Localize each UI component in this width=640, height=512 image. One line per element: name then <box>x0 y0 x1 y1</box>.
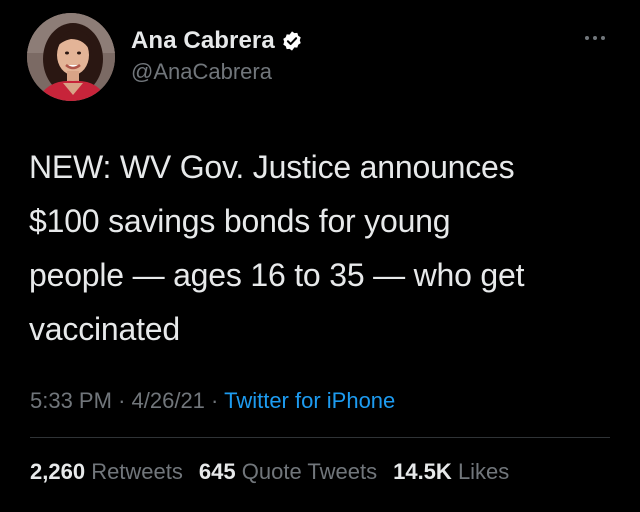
author-handle[interactable]: @AnaCabrera <box>131 59 272 85</box>
author-name-row[interactable]: Ana Cabrera <box>131 26 303 56</box>
quote-tweets-label: Quote Tweets <box>241 459 378 484</box>
tweet-meta: 5:33 PM · 4/26/21 · Twitter for iPhone <box>30 388 395 414</box>
tweet-text-line: NEW: WV Gov. Justice announces <box>29 149 515 185</box>
retweets-stat[interactable]: 2,260 Retweets <box>30 459 183 484</box>
quote-tweets-stat[interactable]: 645 Quote Tweets <box>199 459 377 484</box>
meta-separator: · <box>118 388 126 413</box>
divider <box>30 437 610 438</box>
tweet-date[interactable]: 4/26/21 <box>132 388 205 413</box>
likes-label: Likes <box>457 459 510 484</box>
verified-badge-icon <box>281 30 303 52</box>
likes-stat[interactable]: 14.5K Likes <box>393 459 509 484</box>
likes-count: 14.5K <box>393 459 452 484</box>
avatar[interactable] <box>27 13 115 101</box>
author-display-name[interactable]: Ana Cabrera <box>131 27 275 55</box>
retweets-label: Retweets <box>91 459 183 484</box>
tweet-stats: 2,260 Retweets 645 Quote Tweets 14.5K Like… <box>30 459 509 485</box>
more-dot <box>601 36 605 40</box>
tweet-time[interactable]: 5:33 PM <box>30 388 112 413</box>
tweet-source-link[interactable]: Twitter for iPhone <box>224 388 395 413</box>
tweet-text-line: people — ages 16 to 35 — who get <box>29 257 525 293</box>
retweets-count: 2,260 <box>30 459 86 484</box>
tweet-text-line: $100 savings bonds for young <box>29 203 451 239</box>
avatar-photo-icon <box>27 13 115 101</box>
tweet-text-line: vaccinated <box>29 311 180 347</box>
more-dot <box>585 36 589 40</box>
more-horizontal-icon[interactable] <box>580 32 610 44</box>
tweet-text: NEW: WV Gov. Justice announces $100 savi… <box>29 140 614 356</box>
more-dot <box>593 36 597 40</box>
quote-tweets-count: 645 <box>198 459 236 484</box>
meta-separator: · <box>211 388 219 413</box>
